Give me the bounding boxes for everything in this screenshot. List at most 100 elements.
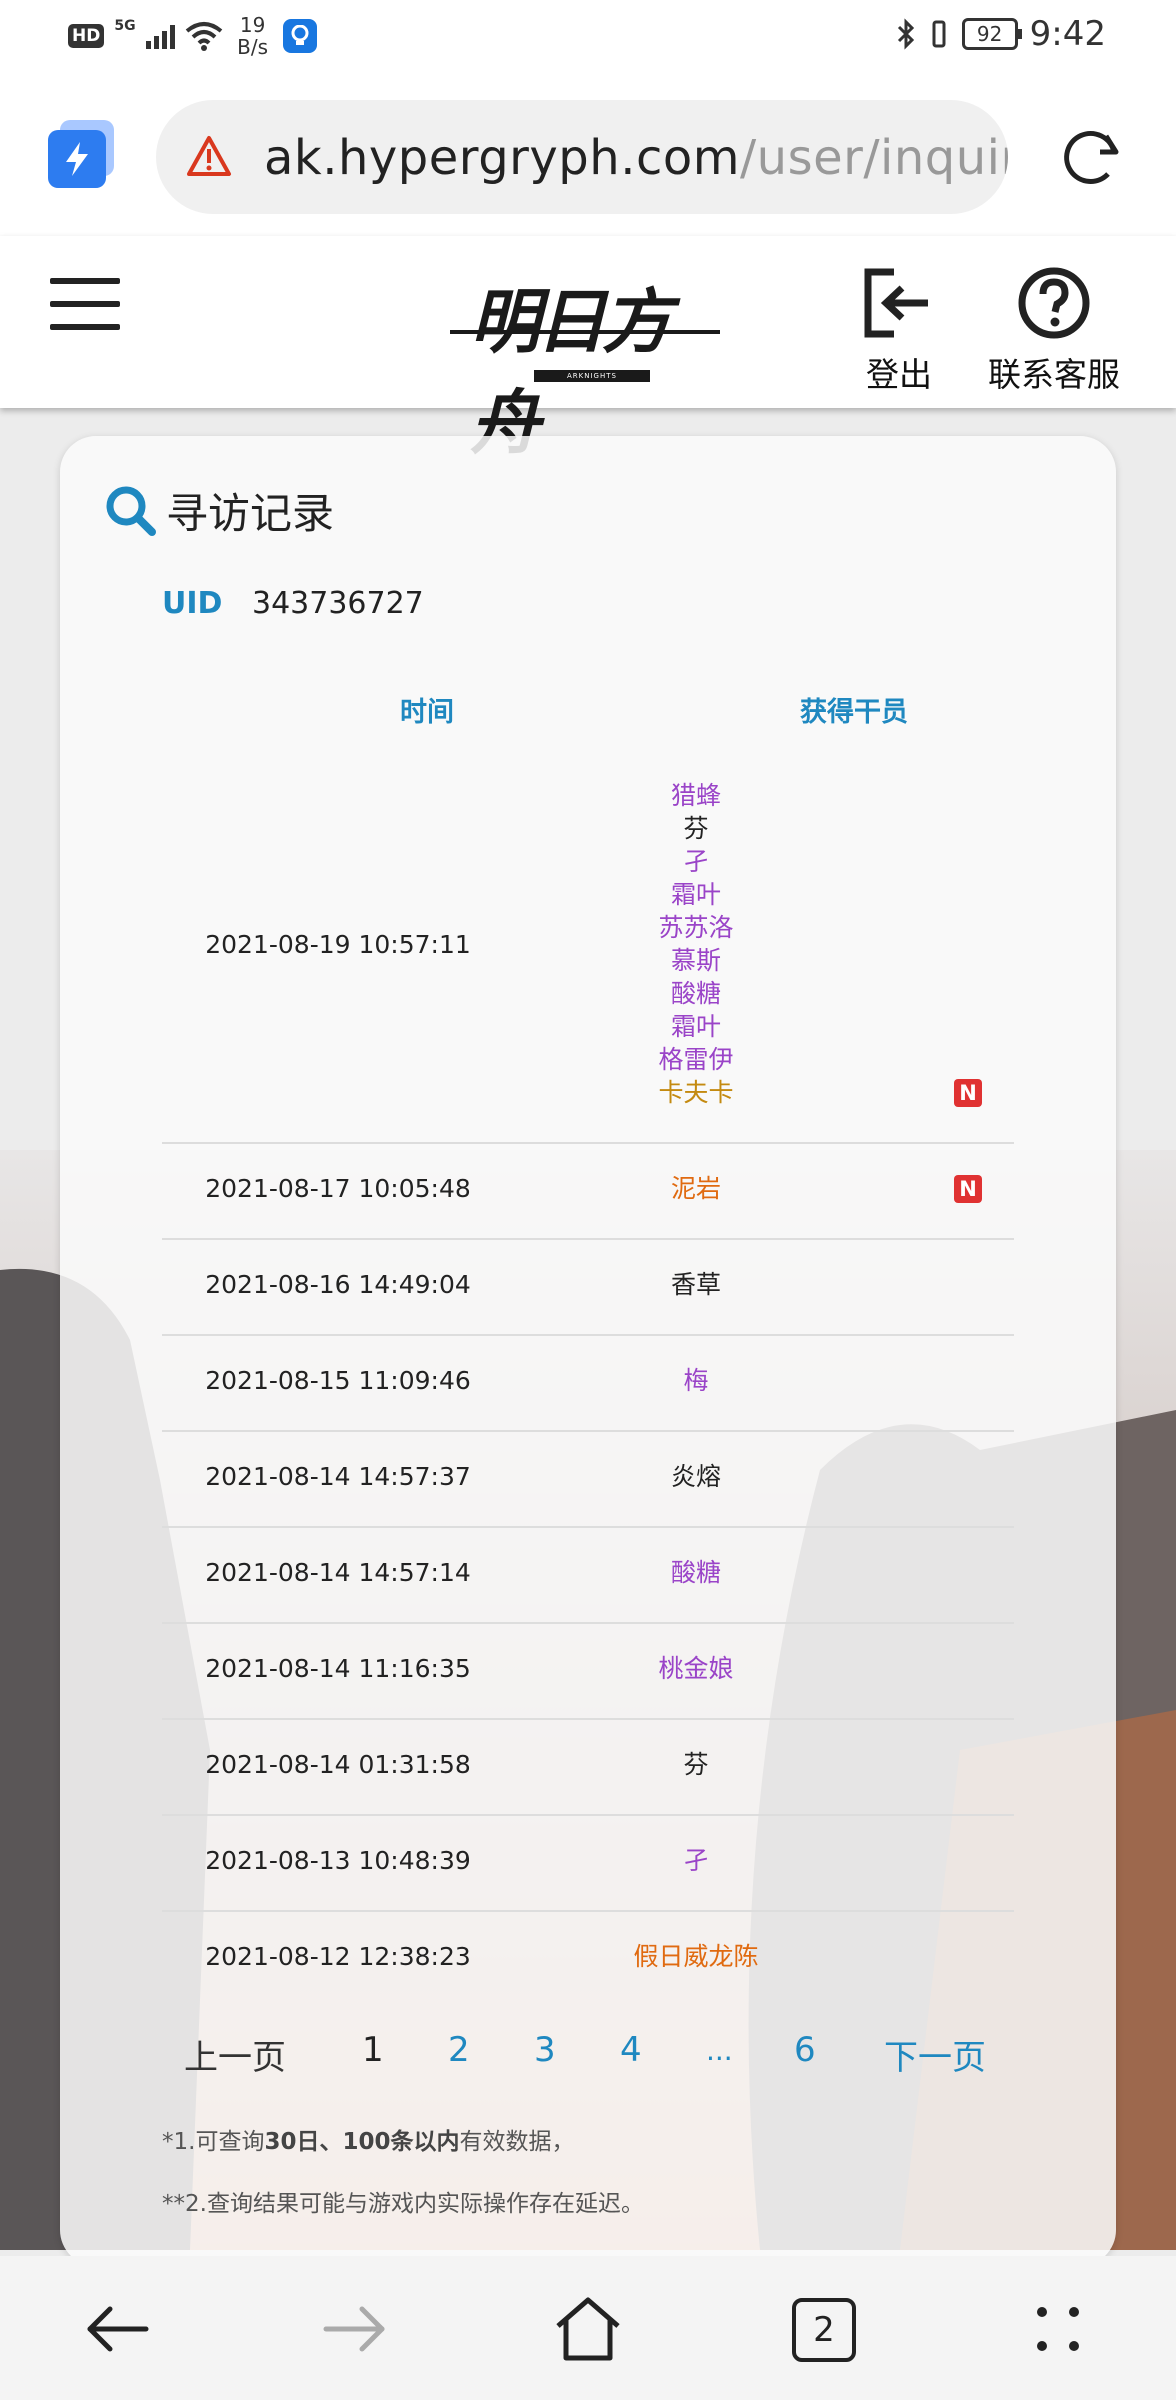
record-row: 2021-08-19 10:57:11 N 猎蜂芬孑霜叶 苏苏洛 慕斯 酸糖 霜叶 格雷伊 卡夫… — [162, 750, 1014, 1144]
hd-badge: HD — [68, 24, 105, 48]
lightning-icon — [66, 142, 88, 176]
logout-icon — [864, 268, 928, 338]
record-row: 2021-08-12 12:38:23 假日威龙陈 — [162, 1910, 1014, 2006]
page-2[interactable]: 2 — [448, 2030, 470, 2070]
operator-name: 芬 — [683, 1749, 709, 1779]
record-operators: 酸糖 — [616, 1556, 776, 1589]
operator-name: 慕斯 — [670, 946, 721, 975]
column-header-time: 时间 — [400, 697, 454, 728]
warning-icon — [187, 136, 231, 176]
record-row: 2021-08-13 10:48:39 孑 — [162, 1814, 1014, 1912]
operator-name: 霜叶 — [670, 1012, 721, 1041]
record-operators: 梅 — [616, 1364, 776, 1397]
search-icon — [106, 486, 156, 536]
note-1: *1.可查询30日、100条以内有效数据， — [162, 2129, 575, 2155]
signal-icon — [145, 23, 175, 49]
record-time: 2021-08-17 10:05:48 — [205, 1174, 471, 1203]
record-time: 2021-08-15 11:09:46 — [205, 1366, 471, 1395]
operator-name: 芬 — [683, 814, 709, 843]
operator-name: 炎熔 — [670, 1461, 721, 1491]
url-text: ak.hypergryph.com/user/inquiryG — [264, 130, 1008, 186]
record-operators: 猎蜂芬孑霜叶 苏苏洛 慕斯 酸糖 霜叶 格雷伊 卡夫卡 — [616, 779, 776, 1109]
url-bar[interactable]: ak.hypergryph.com/user/inquiryG — [156, 100, 1008, 214]
column-header-operator: 获得干员 — [800, 697, 908, 728]
record-row: 2021-08-14 14:57:14 酸糖 — [162, 1526, 1014, 1624]
uid-row: UID 343736727 — [162, 586, 424, 621]
operator-name: 酸糖 — [670, 1557, 721, 1587]
record-time: 2021-08-14 11:16:35 — [205, 1654, 471, 1683]
more-menu-icon[interactable] — [1020, 2296, 1096, 2362]
arknights-logo[interactable]: 明日方舟 ARKNIGHTS — [450, 258, 726, 464]
operator-name: 香草 — [670, 1269, 721, 1299]
prev-page-button[interactable]: 上一页 — [184, 2030, 286, 2079]
record-row: 2021-08-14 14:57:37 炎熔 — [162, 1430, 1014, 1528]
record-operators: 炎熔 — [616, 1460, 776, 1493]
record-operators: 芬 — [616, 1748, 776, 1781]
vibrate-icon — [932, 20, 946, 48]
new-badge: N — [954, 1079, 982, 1107]
uid-value: 343736727 — [251, 586, 424, 621]
page-1: 1 — [362, 2030, 384, 2070]
record-operators: 假日威龙陈 — [616, 1940, 776, 1973]
record-time: 2021-08-16 14:49:04 — [205, 1270, 471, 1299]
operator-name: 孑 — [683, 1845, 709, 1875]
status-bar: HD 5G 19 B/s 92 9:42 — [0, 0, 1176, 72]
site-header: 明日方舟 ARKNIGHTS 登出 联系客服 — [0, 236, 1176, 464]
operator-name: 卡夫卡 — [658, 1078, 734, 1107]
support-button[interactable]: 联系客服 — [988, 266, 1120, 396]
next-page-button[interactable]: 下一页 — [884, 2030, 986, 2079]
operator-name: 泥岩 — [670, 1173, 721, 1203]
reload-icon[interactable] — [1056, 122, 1126, 192]
record-row: 2021-08-15 11:09:46 梅 — [162, 1334, 1014, 1432]
bluetooth-icon — [897, 18, 914, 50]
page-ellipsis: ... — [706, 2034, 733, 2067]
record-time: 2021-08-19 10:57:11 — [205, 930, 471, 959]
note-2: **2.查询结果可能与游戏内实际操作存在延迟。 — [162, 2191, 644, 2217]
operator-name: 霜叶 — [670, 880, 721, 909]
record-operators: 香草 — [616, 1268, 776, 1301]
record-row: 2021-08-16 14:49:04 香草 — [162, 1238, 1014, 1336]
browser-bottom-nav: 2 — [0, 2256, 1176, 2400]
record-row: 2021-08-14 01:31:58 芬 — [162, 1718, 1014, 1816]
record-operators: 桃金娘 — [616, 1652, 776, 1685]
notification-app-icon — [282, 19, 317, 53]
record-row: 2021-08-14 11:16:35 桃金娘 — [162, 1622, 1014, 1720]
wifi-icon — [185, 22, 222, 51]
battery-indicator: 92 — [961, 18, 1022, 50]
operator-name: 假日威龙陈 — [633, 1941, 759, 1971]
page-4[interactable]: 4 — [620, 2030, 642, 2070]
forward-icon[interactable] — [316, 2296, 392, 2362]
browser-toolbar: ak.hypergryph.com/user/inquiryG — [0, 72, 1176, 236]
operator-name: 桃金娘 — [658, 1653, 734, 1683]
help-icon — [1018, 267, 1090, 339]
record-time: 2021-08-14 14:57:37 — [205, 1462, 471, 1491]
record-time: 2021-08-13 10:48:39 — [205, 1846, 471, 1875]
gacha-history-card: 寻访记录 UID 343736727 时间 获得干员 2021-08-19 10… — [60, 436, 1116, 2266]
home-icon[interactable] — [550, 2296, 626, 2362]
new-badge: N — [954, 1174, 982, 1203]
operator-name: 苏苏洛 — [658, 913, 734, 942]
operator-name: 梅 — [683, 1365, 709, 1395]
operator-name: 酸糖 — [670, 979, 721, 1008]
record-time: 2021-08-14 14:57:14 — [205, 1558, 471, 1587]
card-title: 寻访记录 — [102, 480, 334, 541]
pagination: 上一页 1 2 3 4 ... 6 下一页 — [162, 2030, 1014, 2090]
record-time: 2021-08-14 01:31:58 — [205, 1750, 471, 1779]
uid-label: UID — [162, 586, 223, 621]
record-row: 2021-08-17 10:05:48 N 泥岩 — [162, 1142, 1014, 1240]
page-6[interactable]: 6 — [794, 2030, 816, 2070]
record-operators: 孑 — [616, 1844, 776, 1877]
browser-menu-button[interactable] — [48, 120, 114, 188]
tabs-button[interactable]: 2 — [786, 2296, 862, 2362]
back-icon[interactable] — [80, 2296, 156, 2362]
network-type: 5G — [114, 18, 136, 34]
record-operators: 泥岩 — [616, 1172, 776, 1205]
operator-name: 孑 — [683, 847, 709, 876]
logout-button[interactable]: 登出 — [862, 266, 936, 396]
network-speed: 19 B/s — [237, 13, 269, 59]
operator-name: 格雷伊 — [658, 1045, 734, 1074]
page-3[interactable]: 3 — [534, 2030, 556, 2070]
record-time: 2021-08-12 12:38:23 — [205, 1942, 471, 1971]
operator-name: 猎蜂 — [670, 781, 721, 810]
menu-icon[interactable] — [50, 278, 120, 330]
